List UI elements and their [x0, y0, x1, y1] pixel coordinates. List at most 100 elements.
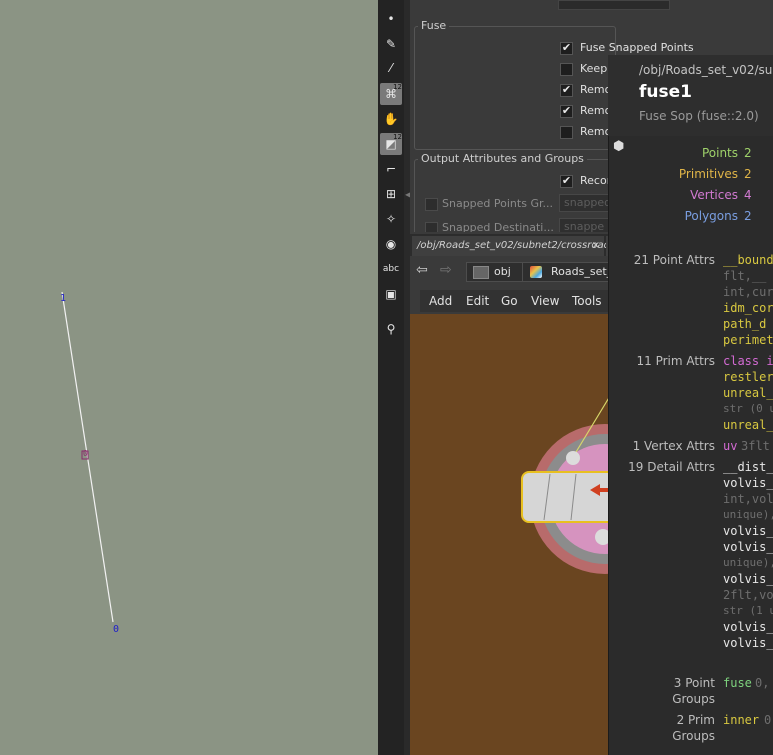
breadcrumb-roads-set[interactable]: Roads_set_ [522, 262, 612, 282]
text-tool-icon[interactable]: abc [380, 258, 402, 280]
pin-glyph: ⚲ [386, 322, 396, 336]
stat-polygons-value: 2 [744, 209, 752, 223]
detail-attr-9: str (1 u [723, 604, 773, 617]
point-label-1: 1 [60, 293, 67, 304]
pick-glyph: ⁄ [389, 61, 392, 75]
fuse-snapped-points-checkbox[interactable]: ✔ [560, 42, 573, 55]
sculpt-glyph: ✋ [383, 112, 399, 126]
point-attr-0: __bound [723, 253, 773, 267]
point-attr-5: perimet [723, 333, 773, 347]
snapped-points-group-field[interactable]: snapped [559, 194, 611, 212]
brush-glyph: ✎ [385, 37, 397, 51]
output-section-title: Output Attributes and Groups [418, 152, 587, 165]
point-groups-label-1: 3 Point [673, 676, 715, 690]
point-attr-3: idm_cor [723, 301, 773, 315]
brush-icon[interactable]: ✎ [380, 33, 402, 55]
detail-attr-10: volvis_ [723, 620, 773, 634]
record-checkbox[interactable]: ✔ [560, 175, 573, 188]
network-tab-label: /obj/Roads_set_v02/subnet2/crossroad [417, 240, 610, 251]
viewport-geometry [61, 291, 114, 623]
point-attr-2: int,cur [723, 285, 773, 299]
select-group-icon[interactable]: ⌘ 12 [380, 83, 402, 105]
point-select-icon[interactable]: • [380, 8, 402, 30]
handle-glyph: ✧ [385, 212, 397, 226]
fuse-snapped-points-label: Fuse Snapped Points [580, 41, 694, 54]
breadcrumb-obj-label: obj [494, 265, 511, 278]
detail-attr-6: unique), [723, 556, 773, 569]
menu-view[interactable]: View [531, 294, 559, 308]
measure-icon[interactable]: ⌐ [380, 158, 402, 180]
detail-attrs-label: 19 Detail Attrs [628, 460, 715, 474]
stat-vertices-label: Vertices [690, 188, 738, 202]
point-attrs-label: 21 Point Attrs [633, 253, 715, 267]
handle-icon[interactable]: ✧ [380, 208, 402, 230]
remove-label-3: Remo [580, 125, 612, 138]
detail-attr-3: unique), [723, 508, 773, 521]
prim-groups-value: inner [723, 713, 760, 727]
prim-groups-label-2: Groups [672, 729, 715, 743]
detail-attr-8: 2flt,vo [723, 588, 773, 602]
obj-network-icon [473, 266, 489, 279]
stat-polygons-label: Polygons [684, 209, 738, 223]
point-attr-4: path_d [723, 317, 767, 331]
detail-attr-5: volvis_ [723, 540, 773, 554]
image-icon[interactable]: ▣ [380, 283, 402, 305]
stat-primitives-label: Primitives [678, 167, 738, 181]
snapped-points-group-checkbox[interactable] [425, 198, 438, 211]
point-label-0: 0 [113, 624, 120, 635]
keep-label: Keep [580, 62, 608, 75]
stat-vertices-value: 4 [744, 188, 752, 202]
prim-groups-label-1: 2 Prim [676, 713, 715, 727]
snap-glyph: ⊞ [385, 187, 397, 201]
record-glyph: ◉ [385, 237, 397, 251]
node-type: Fuse Sop (fuse::2.0) [639, 109, 759, 123]
detail-attr-2: int,vol [723, 492, 773, 506]
keep-checkbox[interactable] [560, 63, 573, 76]
snap-icon[interactable]: ⊞ [380, 183, 402, 205]
remove-label-2: Remo [580, 104, 612, 117]
forward-arrow-icon[interactable]: ⇨ [440, 262, 452, 278]
select-group-badge: 12 [393, 83, 402, 91]
back-arrow-icon[interactable]: ⇦ [416, 262, 428, 278]
prim-attr-1: restler [723, 370, 773, 384]
detail-attr-7: volvis_ [723, 572, 773, 586]
measure-glyph: ⌐ [385, 162, 397, 176]
remove-checkbox-1[interactable]: ✔ [560, 84, 573, 97]
record-icon[interactable]: ◉ [380, 233, 402, 255]
remove-checkbox-2[interactable]: ✔ [560, 105, 573, 118]
network-tab[interactable]: /obj/Roads_set_v02/subnet2/crossroad × [412, 236, 610, 256]
remove-checkbox-3[interactable] [560, 126, 573, 139]
edit-group-icon[interactable]: ◩ 12 [380, 133, 402, 155]
menu-tools[interactable]: Tools [572, 294, 602, 308]
prim-attr-0: class i [723, 354, 773, 368]
prim-attrs-label: 11 Prim Attrs [636, 354, 715, 368]
scene-viewport[interactable]: 1 0 0 [0, 0, 378, 755]
breadcrumb-obj[interactable]: obj [466, 262, 524, 282]
menu-edit[interactable]: Edit [466, 294, 489, 308]
point-groups-suffix: 0, [755, 676, 770, 690]
prim-attr-4: unreal_ [723, 418, 773, 432]
geo-node-icon [530, 266, 542, 278]
prim-label-0: 0 [83, 449, 88, 458]
menu-add[interactable]: Add [429, 294, 452, 308]
text-tool-glyph: abc [382, 264, 400, 274]
node-name: fuse1 [639, 82, 692, 102]
prim-attr-2: unreal_ [723, 386, 773, 400]
image-glyph: ▣ [385, 287, 397, 301]
menu-go[interactable]: Go [501, 294, 518, 308]
point-groups-value: fuse [723, 676, 752, 690]
stat-points-label: Points [701, 146, 738, 160]
fuse-section-title: Fuse [418, 19, 450, 32]
top-param-field[interactable] [558, 0, 670, 10]
pick-icon[interactable]: ⁄ [380, 57, 402, 79]
close-icon[interactable]: × [592, 236, 600, 256]
point-groups-label-2: Groups [672, 692, 715, 706]
vertex-attrs-label: 1 Vertex Attrs [632, 439, 715, 453]
node-input-connector[interactable] [566, 451, 580, 465]
stat-primitives-value: 2 [744, 167, 752, 181]
sculpt-icon[interactable]: ✋ [380, 108, 402, 130]
point-attr-1: flt,__ [723, 269, 767, 283]
detail-attr-4: volvis_ [723, 524, 773, 538]
pin-icon[interactable]: ⚲ [380, 318, 402, 340]
node-path: /obj/Roads_set_v02/subnet2 [639, 63, 773, 77]
